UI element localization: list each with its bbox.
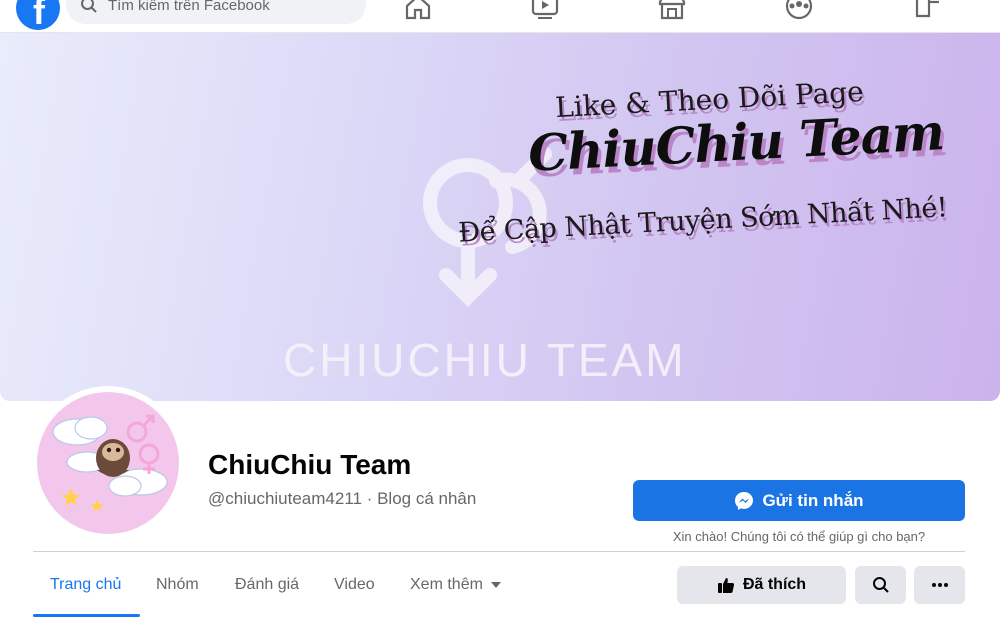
page-title: ChiuChiu Team — [208, 449, 412, 480]
search-page-button[interactable] — [855, 566, 906, 604]
send-message-button[interactable]: Gửi tin nhắn — [633, 480, 965, 521]
more-options-button[interactable] — [914, 566, 965, 604]
more-icon — [931, 583, 948, 587]
header-divider — [33, 551, 965, 552]
groups-icon[interactable] — [784, 0, 814, 20]
cover-photo[interactable]: Like & Theo Dõi Page ChiuChiu Team Để Cậ… — [0, 33, 1000, 401]
search-icon — [81, 0, 97, 13]
chevron-down-icon — [490, 581, 501, 588]
tab-reviews[interactable]: Đánh giá — [235, 576, 299, 594]
profile-avatar[interactable] — [31, 386, 185, 540]
thumbs-up-icon — [717, 578, 735, 593]
liked-label: Đã thích — [742, 576, 807, 593]
home-icon[interactable] — [403, 0, 433, 20]
search-placeholder: Tìm kiếm trên Facebook — [108, 0, 270, 14]
avatar-image — [37, 392, 179, 534]
search-input[interactable]: Tìm kiếm trên Facebook — [66, 0, 366, 24]
top-navigation-bar: f Tìm kiếm trên Facebook — [0, 0, 1000, 33]
cover-brand-text: CHIUCHIU TEAM — [283, 334, 687, 386]
search-icon — [872, 577, 889, 593]
tab-home[interactable]: Trang chủ — [50, 576, 121, 594]
tab-videos[interactable]: Video — [334, 576, 375, 594]
tab-more[interactable]: Xem thêm — [410, 576, 501, 594]
active-tab-indicator — [33, 614, 140, 617]
liked-button[interactable]: Đã thích — [677, 566, 846, 604]
page-username-category: @chiuchiuteam4211 · Blog cá nhân — [208, 489, 477, 508]
facebook-logo-letter: f — [33, 0, 45, 30]
messenger-icon — [735, 491, 754, 510]
send-message-label: Gửi tin nhắn — [762, 490, 864, 510]
greeting-text: Xin chào! Chúng tôi có thể giúp gì cho b… — [672, 529, 926, 544]
marketplace-icon[interactable] — [657, 0, 687, 20]
watch-icon[interactable] — [530, 0, 560, 20]
tab-groups[interactable]: Nhóm — [156, 576, 199, 594]
facebook-logo-icon[interactable]: f — [16, 0, 60, 30]
facebook-page: f Tìm kiếm trên Facebook Like & Theo Dõi… — [0, 0, 1000, 638]
gaming-icon[interactable] — [913, 0, 943, 20]
avatar-artwork — [52, 414, 168, 511]
tab-more-label: Xem thêm — [410, 576, 483, 593]
